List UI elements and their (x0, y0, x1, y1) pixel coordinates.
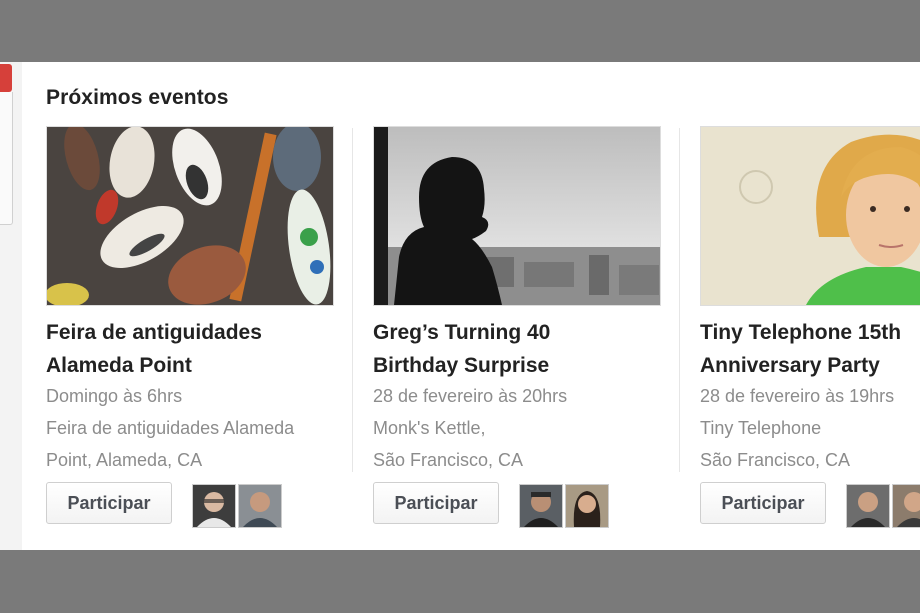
silhouette-window-photo-icon (374, 127, 660, 305)
event-location-2b: São Francisco, CA (373, 450, 524, 470)
event-location-2a: Monk's Kettle, (373, 418, 486, 438)
event-date-2: 28 de fevereiro às 20hrs (373, 386, 568, 406)
event-photo-3[interactable] (700, 126, 920, 306)
friend-avatar-2a[interactable] (519, 484, 563, 528)
join-button-3[interactable]: Participar (700, 482, 826, 524)
sidebar-panel-edge (0, 92, 13, 225)
section-title: Próximos eventos (46, 86, 229, 109)
friend-avatar-3a[interactable] (846, 484, 890, 528)
event-photo-2[interactable] (373, 126, 661, 306)
person-avatar-icon (893, 485, 920, 527)
person-avatar-icon (239, 485, 281, 527)
friend-avatar-1a[interactable] (192, 484, 236, 528)
event-title-3[interactable]: Tiny Telephone 15th Anniversary Party (700, 316, 920, 382)
left-sidebar-edge (0, 62, 22, 550)
event-card-3[interactable]: Tiny Telephone 15th Anniversary Party 28… (700, 126, 920, 536)
event-title-2[interactable]: Greg’s Turning 40 Birthday Surprise (373, 316, 673, 382)
friend-avatar-2b[interactable] (565, 484, 609, 528)
friend-avatar-1b[interactable] (238, 484, 282, 528)
event-photo-1[interactable] (46, 126, 334, 306)
join-button-2[interactable]: Participar (373, 482, 499, 524)
upcoming-events-panel: Próximos eventos Feira de antiguidades A… (22, 62, 920, 550)
portrait-photo-icon (701, 127, 920, 305)
event-card-1[interactable]: Feira de antiguidades Alameda Point Domi… (46, 126, 336, 536)
event-card-2[interactable]: Greg’s Turning 40 Birthday Surprise 28 d… (373, 126, 663, 536)
card-divider (679, 128, 680, 472)
join-button-1[interactable]: Participar (46, 482, 172, 524)
event-title-1[interactable]: Feira de antiguidades Alameda Point (46, 316, 346, 382)
person-avatar-icon (520, 485, 562, 527)
event-location-1b: Point, Alameda, CA (46, 450, 203, 470)
card-divider (352, 128, 353, 472)
person-avatar-icon (847, 485, 889, 527)
person-avatar-icon (193, 485, 235, 527)
event-location-1a: Feira de antiguidades Alameda (46, 418, 295, 438)
antique-surfboards-photo-icon (47, 127, 333, 305)
event-location-3a: Tiny Telephone (700, 418, 822, 438)
event-date-3: 28 de fevereiro às 19hrs (700, 386, 895, 406)
event-date-1: Domingo às 6hrs (46, 386, 183, 406)
person-avatar-icon (566, 485, 608, 527)
event-location-3b: São Francisco, CA (700, 450, 851, 470)
calendar-tab-icon[interactable] (0, 64, 12, 92)
friend-avatar-3b[interactable] (892, 484, 920, 528)
